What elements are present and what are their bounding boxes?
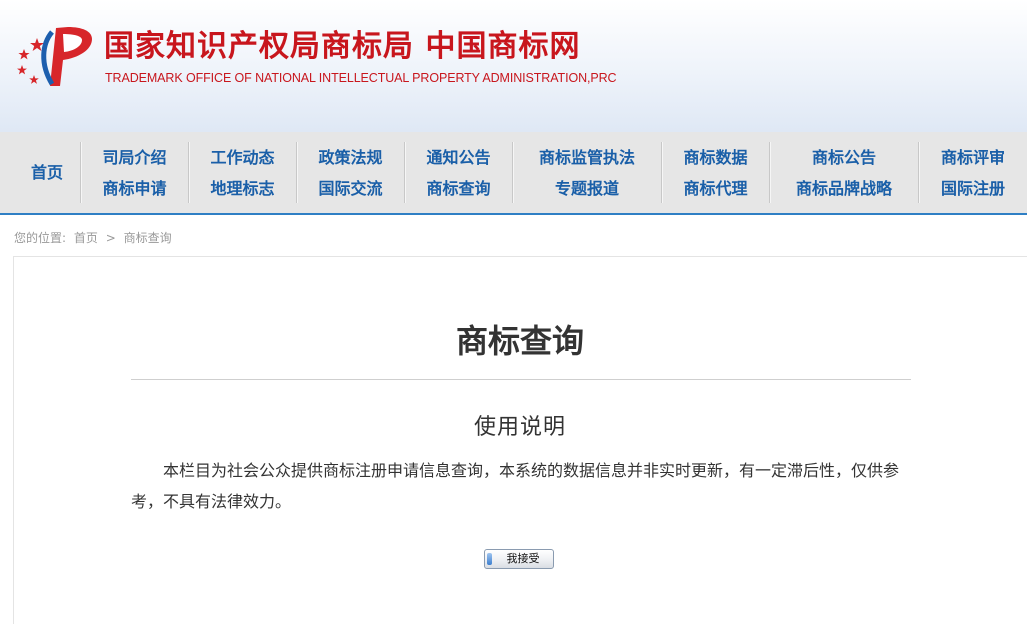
nav-link-brand-strategy[interactable]: 商标品牌战略 <box>770 173 918 204</box>
page-title: 商标查询 <box>455 322 584 360</box>
site-header: 国家知识产权局商标局 中国商标网 TRADEMARK OFFICE OF NAT… <box>0 0 1027 132</box>
nav-link-special-reports[interactable]: 专题报道 <box>513 173 661 204</box>
nav-link-trademark-search[interactable]: 商标查询 <box>405 173 512 204</box>
nav-link-trademark-application[interactable]: 商标申请 <box>81 173 188 204</box>
nav-link-trademark-agency[interactable]: 商标代理 <box>662 173 769 204</box>
nav-link-notices[interactable]: 通知公告 <box>405 142 512 173</box>
nav-link-enforcement[interactable]: 商标监管执法 <box>513 142 661 173</box>
nav-link-work-news[interactable]: 工作动态 <box>189 142 296 173</box>
nav-link-international-exchange[interactable]: 国际交流 <box>297 173 404 204</box>
site-title-english: TRADEMARK OFFICE OF NATIONAL INTELLECTUA… <box>105 71 617 85</box>
title-divider <box>131 379 911 380</box>
breadcrumb: 您的位置: 首页 > 商标查询 <box>14 229 176 246</box>
nav-column-7: 商标公告 商标品牌战略 <box>770 142 918 203</box>
accept-button-label: 我接受 <box>506 552 540 565</box>
nav-column-5: 商标监管执法 专题报道 <box>513 142 661 203</box>
nav-link-policies-regulations[interactable]: 政策法规 <box>297 142 404 173</box>
main-nav-bar: 首页 司局介绍 商标申请 工作动态 地理标志 政策法规 国际交流 通知公告 商标… <box>0 132 1027 215</box>
site-title-chinese: 国家知识产权局商标局 中国商标网 <box>104 29 581 64</box>
accept-button[interactable]: 我接受 <box>484 549 554 569</box>
nav-link-trademark-data[interactable]: 商标数据 <box>662 142 769 173</box>
breadcrumb-current: 商标查询 <box>123 231 172 245</box>
nav-home-link[interactable]: 首页 <box>14 132 80 213</box>
nav-link-trademark-review[interactable]: 商标评审 <box>919 142 1027 173</box>
nav-column-3: 政策法规 国际交流 <box>297 142 404 203</box>
nav-link-bureau-intro[interactable]: 司局介绍 <box>81 142 188 173</box>
nav-column-1: 司局介绍 商标申请 <box>81 142 188 203</box>
nav-column-2: 工作动态 地理标志 <box>189 142 296 203</box>
nav-column-4: 通知公告 商标查询 <box>405 142 512 203</box>
nav-column-6: 商标数据 商标代理 <box>662 142 769 203</box>
nav-link-international-registration[interactable]: 国际注册 <box>919 173 1027 204</box>
nav-link-trademark-gazette[interactable]: 商标公告 <box>770 142 918 173</box>
usage-notice-text: 本栏目为社会公众提供商标注册申请信息查询，本系统的数据信息并非实时更新，有一定滞… <box>131 461 900 511</box>
breadcrumb-home-link[interactable]: 首页 <box>74 231 98 245</box>
breadcrumb-separator: > <box>105 231 116 245</box>
button-cap-icon <box>487 553 492 565</box>
nav-column-8: 商标评审 国际注册 <box>919 142 1027 203</box>
nav-link-geographical-indication[interactable]: 地理标志 <box>189 173 296 204</box>
section-title: 使用说明 <box>473 415 566 440</box>
cnipa-emblem-icon[interactable] <box>12 24 96 90</box>
breadcrumb-prefix: 您的位置: <box>14 231 67 245</box>
